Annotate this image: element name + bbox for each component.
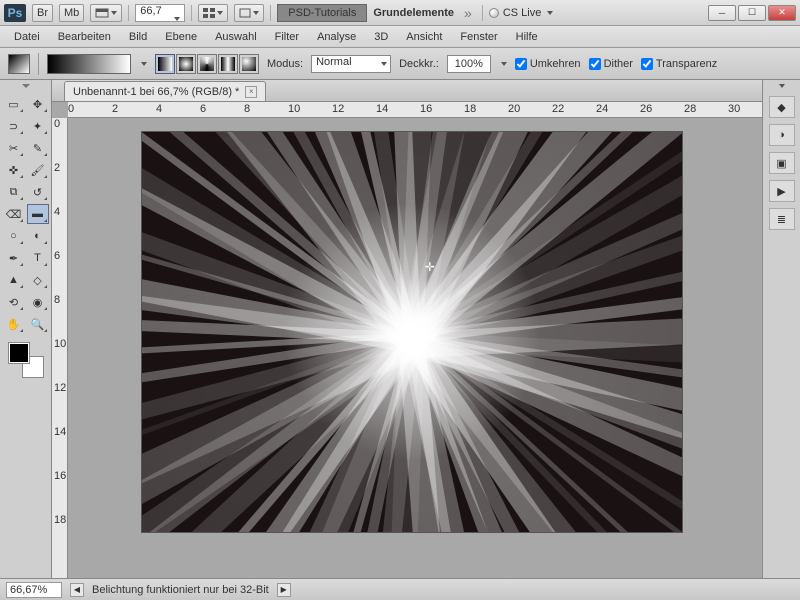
blend-mode-select[interactable]: Normal xyxy=(311,55,391,73)
arrange-doc-button[interactable] xyxy=(234,4,264,22)
menu-auswahl[interactable]: Auswahl xyxy=(207,29,265,45)
gradient-picker[interactable] xyxy=(47,54,131,74)
tool-stamp[interactable]: ⧉ xyxy=(3,182,25,202)
window-maximize[interactable]: ☐ xyxy=(738,5,766,21)
ruler-vertical: 024681012141618 xyxy=(52,118,68,578)
foreground-swatch[interactable] xyxy=(8,342,30,364)
panel-dock: ◆ ◑ ▣ ▶ ≣ xyxy=(762,80,800,578)
gradient-type-group xyxy=(155,54,259,74)
menu-3d[interactable]: 3D xyxy=(366,29,396,45)
mode-label: Modus: xyxy=(267,58,303,70)
tool-type[interactable]: T xyxy=(27,248,49,268)
status-zoom[interactable]: 66,67% xyxy=(6,582,62,598)
tool-lasso[interactable]: ⊃ xyxy=(3,116,25,136)
statusbar: 66,67% ◀ Belichtung funktioniert nur bei… xyxy=(0,578,800,600)
menu-filter[interactable]: Filter xyxy=(267,29,307,45)
document-tab[interactable]: Unbenannt-1 bei 66,7% (RGB/8) * × xyxy=(64,81,266,101)
canvas-area: Unbenannt-1 bei 66,7% (RGB/8) * × 024681… xyxy=(52,80,762,578)
panel-collapse[interactable] xyxy=(772,84,792,90)
tool-blur[interactable]: ○ xyxy=(3,226,25,246)
color-swatches[interactable] xyxy=(8,342,44,378)
workspace: ▭✥⊃✦✂✎✜🖌⧉↺⌫▬○◐✒T▲◇⟲◉✋🔍 Unbenannt-1 bei 6… xyxy=(0,80,800,578)
adjustments-icon[interactable]: ◑ xyxy=(769,124,795,146)
workspace-tab[interactable]: PSD-Tutorials xyxy=(277,4,367,22)
gradient-angle[interactable] xyxy=(197,54,217,74)
gradient-tool-icon[interactable] xyxy=(8,54,30,74)
tool-eraser[interactable]: ⌫ xyxy=(3,204,25,224)
doc-tab-row: Unbenannt-1 bei 66,7% (RGB/8) * × xyxy=(52,80,762,102)
gradient-reflected[interactable] xyxy=(218,54,238,74)
tool-move[interactable]: ✥ xyxy=(27,94,49,114)
cs-live-button[interactable]: CS Live xyxy=(489,7,554,19)
color-icon[interactable]: ◆ xyxy=(769,96,795,118)
status-message: Belichtung funktioniert nur bei 32-Bit xyxy=(92,584,269,596)
tool-eyedropper[interactable]: ✎ xyxy=(27,138,49,158)
gradient-linear[interactable] xyxy=(155,54,175,74)
menu-hilfe[interactable]: Hilfe xyxy=(508,29,546,45)
tool-brush[interactable]: 🖌 xyxy=(27,160,49,180)
menubar: DateiBearbeitenBildEbeneAuswahlFilterAna… xyxy=(0,26,800,48)
opacity-field[interactable]: 100% xyxy=(447,55,491,73)
minibridge-button[interactable]: Mb xyxy=(59,4,84,22)
tool-shape[interactable]: ◇ xyxy=(27,270,49,290)
screen-mode-button[interactable] xyxy=(90,4,122,22)
tool-rect-marquee[interactable]: ▭ xyxy=(3,94,25,114)
status-next[interactable]: ▶ xyxy=(277,583,291,597)
artboard[interactable]: ✛ xyxy=(142,132,682,532)
gradient-diamond[interactable] xyxy=(239,54,259,74)
tool-path-select[interactable]: ▲ xyxy=(3,270,25,290)
tool-dodge[interactable]: ◐ xyxy=(27,226,49,246)
menu-analyse[interactable]: Analyse xyxy=(309,29,364,45)
canvas-viewport[interactable]: ✛ xyxy=(68,118,762,578)
menu-fenster[interactable]: Fenster xyxy=(452,29,505,45)
document-title: Unbenannt-1 bei 66,7% (RGB/8) * xyxy=(73,86,239,98)
tool-pen[interactable]: ✒ xyxy=(3,248,25,268)
tool-gradient[interactable]: ▬ xyxy=(27,204,49,224)
tool-3d-orbit[interactable]: ◉ xyxy=(27,292,49,312)
chevron-right-icon[interactable]: » xyxy=(464,5,472,21)
menu-datei[interactable]: Datei xyxy=(6,29,48,45)
radial-glow xyxy=(282,202,542,462)
toolbox: ▭✥⊃✦✂✎✜🖌⧉↺⌫▬○◐✒T▲◇⟲◉✋🔍 xyxy=(0,80,52,578)
menu-bild[interactable]: Bild xyxy=(121,29,155,45)
bridge-button[interactable]: Br xyxy=(32,4,53,22)
ps-logo: Ps xyxy=(4,4,26,22)
reverse-checkbox[interactable]: Umkehren xyxy=(515,58,581,70)
ruler-horizontal: 024681012141618202224262830 xyxy=(68,102,762,118)
tool-hand[interactable]: ✋ xyxy=(3,314,25,334)
window-close[interactable]: ✕ xyxy=(768,5,796,21)
status-prev[interactable]: ◀ xyxy=(70,583,84,597)
tool-healing[interactable]: ✜ xyxy=(3,160,25,180)
tool-crop[interactable]: ✂ xyxy=(3,138,25,158)
options-bar: Modus: Normal Deckkr.: 100% Umkehren Dit… xyxy=(0,48,800,80)
actions-icon[interactable]: ▶ xyxy=(769,180,795,202)
window-minimize[interactable]: ─ xyxy=(708,5,736,21)
tool-3d-rotate[interactable]: ⟲ xyxy=(3,292,25,312)
gradient-dropdown[interactable] xyxy=(141,62,147,66)
layers-icon[interactable]: ▣ xyxy=(769,152,795,174)
toolbox-collapse[interactable] xyxy=(6,84,46,92)
gradient-radial[interactable] xyxy=(176,54,196,74)
arrange-grid-button[interactable] xyxy=(198,4,228,22)
opacity-label: Deckkr.: xyxy=(399,58,439,70)
menu-ansicht[interactable]: Ansicht xyxy=(398,29,450,45)
zoom-input[interactable]: 66,7 xyxy=(135,4,185,22)
titlebar: Ps Br Mb 66,7 PSD-Tutorials Grundelement… xyxy=(0,0,800,26)
menu-bearbeiten[interactable]: Bearbeiten xyxy=(50,29,119,45)
workspace-name[interactable]: Grundelemente xyxy=(373,7,454,19)
opacity-slider-toggle[interactable] xyxy=(501,62,507,66)
transparency-checkbox[interactable]: Transparenz xyxy=(641,58,717,70)
tool-magic-wand[interactable]: ✦ xyxy=(27,116,49,136)
dither-checkbox[interactable]: Dither xyxy=(589,58,633,70)
tool-history-brush[interactable]: ↺ xyxy=(27,182,49,202)
menu-ebene[interactable]: Ebene xyxy=(157,29,205,45)
close-tab-icon[interactable]: × xyxy=(245,86,257,98)
history-icon[interactable]: ≣ xyxy=(769,208,795,230)
tool-zoom[interactable]: 🔍 xyxy=(27,314,49,334)
